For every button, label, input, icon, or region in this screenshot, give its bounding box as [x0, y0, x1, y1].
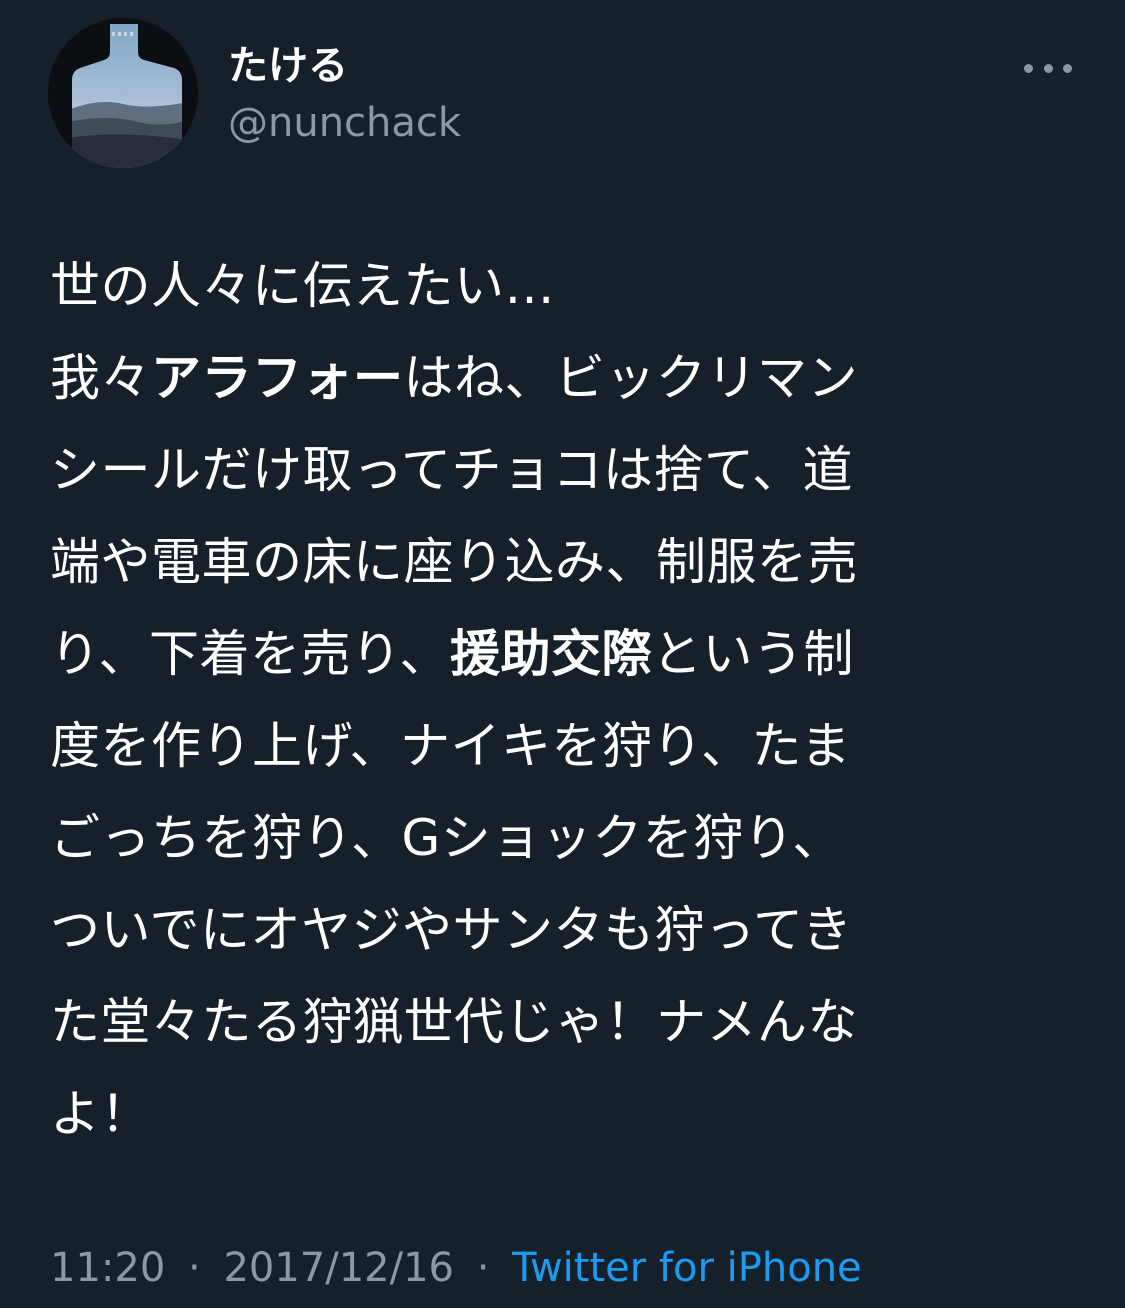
tweet-text-segment: という制	[652, 625, 854, 683]
tweet-meta: 11:20 · 2017/12/16 · Twitter for iPhone	[50, 1240, 862, 1296]
separator: ·	[188, 1245, 201, 1291]
tweet-text-line: ついでにオヤジやサンタも狩ってき	[50, 884, 1050, 976]
more-horizontal-icon	[1024, 63, 1033, 73]
tweet-text-segment: ごっちを狩り、Gショックを狩り、	[50, 809, 843, 867]
tweet-date[interactable]: 2017/12/16	[223, 1245, 454, 1291]
more-horizontal-icon-dot	[1043, 63, 1053, 73]
tweet-text-line: り、下着を売り、援助交際という制	[50, 608, 1050, 700]
user-handle[interactable]: @nunchack	[228, 98, 461, 148]
tweet-text-line: よ！	[50, 1068, 1050, 1160]
tweet-text-line: 我々アラフォーはね、ビックリマン	[50, 332, 1050, 424]
tweet-text: 世の人々に伝えたい… 我々アラフォーはね、ビックリマンシールだけ取ってチョコは捨て…	[50, 240, 1050, 1160]
tweet-text-segment: た堂々たる狩猟世代じゃ！ナメんな	[50, 993, 858, 1051]
tweet-text-line: た堂々たる狩猟世代じゃ！ナメんな	[50, 976, 1050, 1068]
tweet-text-line: ごっちを狩り、Gショックを狩り、	[50, 792, 1050, 884]
tweet: たける @nunchack 世の人々に伝えたい… 我々アラフォーはね、ビックリマン…	[0, 0, 1125, 1308]
separator: ·	[476, 1245, 490, 1291]
avatar[interactable]	[48, 18, 198, 168]
tweet-text-segment: 度を作り上げ、ナイキを狩り、たま	[50, 717, 851, 775]
tweet-text-segment: 我々	[50, 349, 151, 407]
more-horizontal-icon-dot	[1063, 63, 1072, 73]
display-name[interactable]: たける	[228, 40, 348, 92]
avatar-image	[48, 18, 198, 168]
tweet-text-bold-segment: アラフォー	[151, 349, 404, 407]
tweet-text-line: 端や電車の床に座り込み、制服を売	[50, 516, 1050, 608]
tweet-time[interactable]: 11:20	[50, 1245, 165, 1291]
tweet-text-segment: ついでにオヤジやサンタも狩ってき	[50, 901, 853, 959]
tweet-text-segment: り、下着を売り、	[50, 625, 450, 683]
more-options-button[interactable]	[1020, 50, 1076, 86]
tweet-text-segment: シールだけ取ってチョコは捨て、道	[50, 441, 853, 499]
tweet-text-segment: よ！	[50, 1085, 151, 1143]
tweet-text-line: 度を作り上げ、ナイキを狩り、たま	[50, 700, 1050, 792]
tweet-text-segment: はね、ビックリマン	[403, 349, 858, 407]
tweet-text-line: シールだけ取ってチョコは捨て、道	[50, 424, 1050, 516]
tweet-text-line: 世の人々に伝えたい…	[50, 240, 1050, 332]
tweet-source-link[interactable]: Twitter for iPhone	[512, 1245, 862, 1291]
tweet-text-segment: 世の人々に伝えたい…	[50, 257, 555, 315]
tweet-text-bold-segment: 援助交際	[450, 625, 652, 683]
tweet-text-segment: 端や電車の床に座り込み、制服を売	[50, 533, 858, 591]
